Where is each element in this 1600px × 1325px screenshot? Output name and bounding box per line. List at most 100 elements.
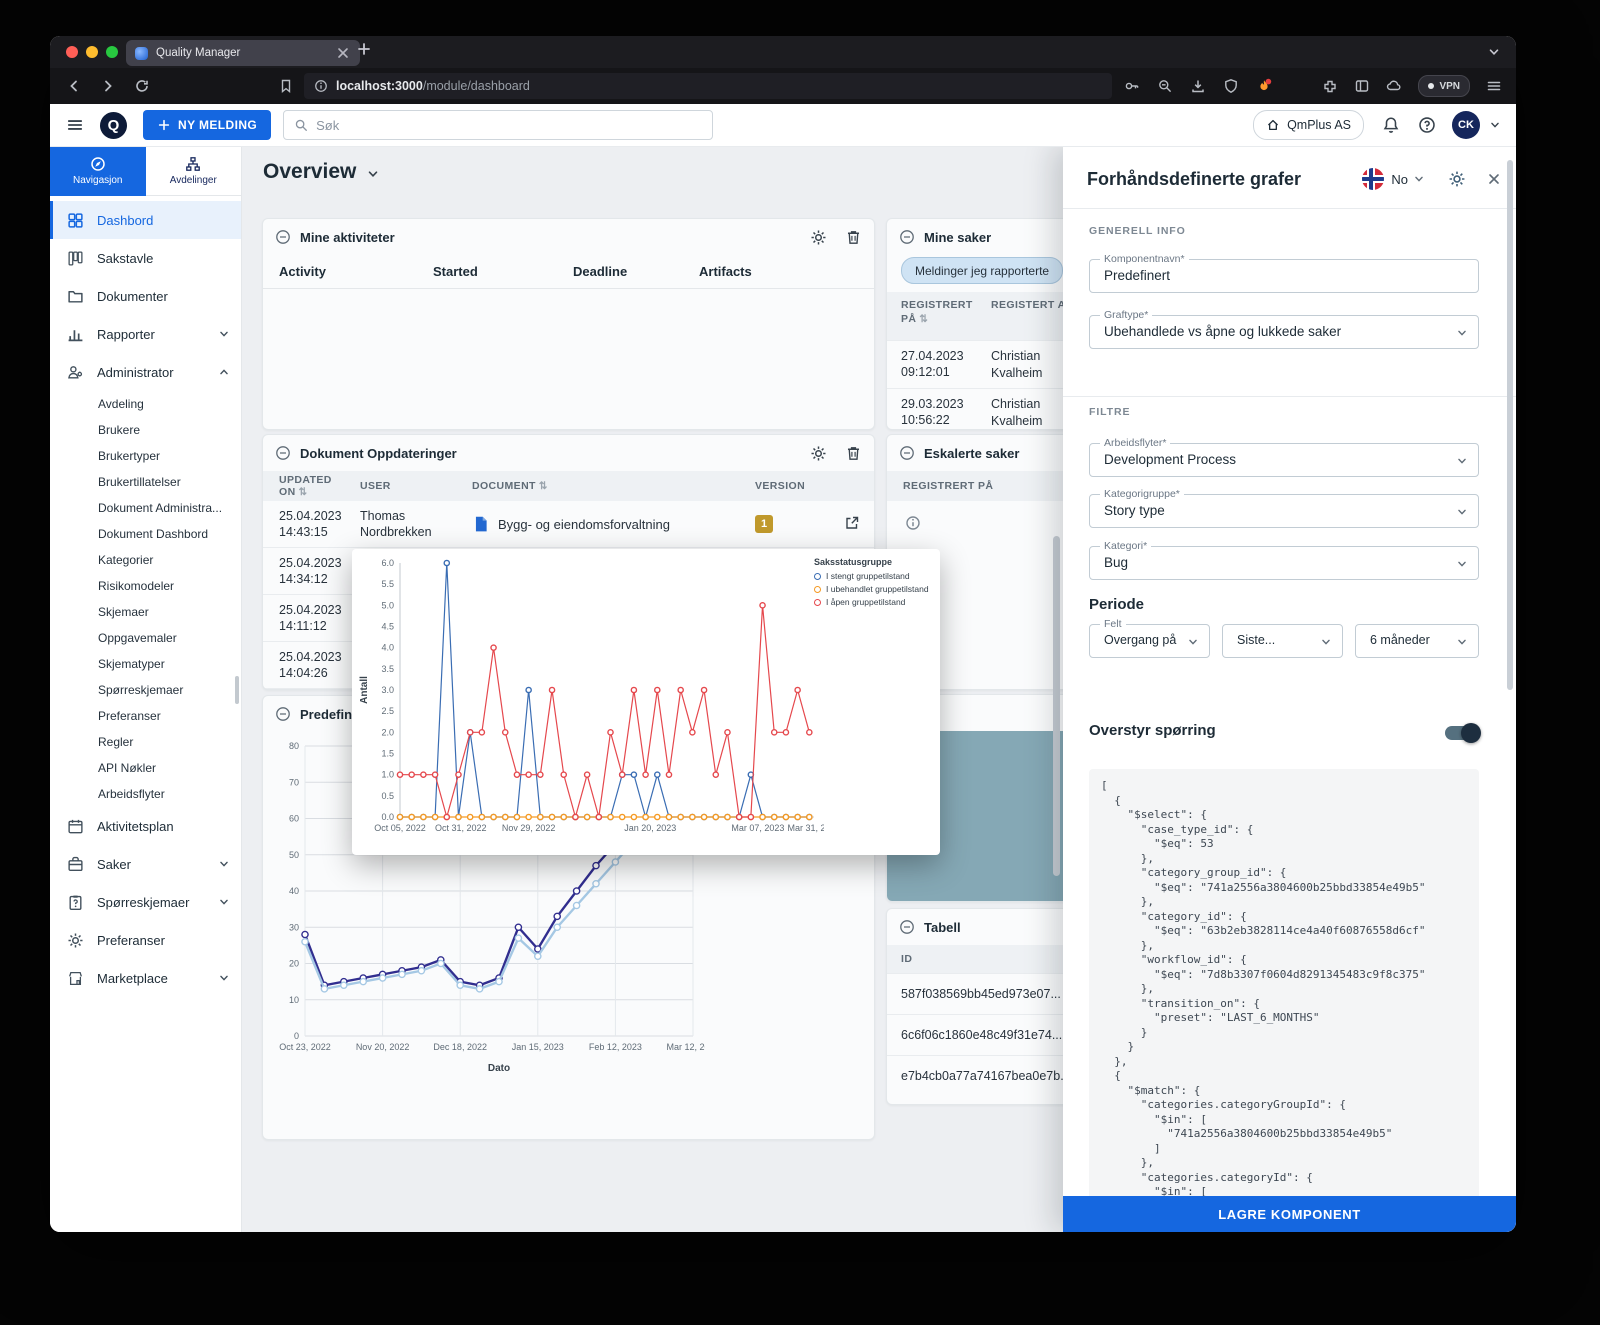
sidebar-item-preferanser[interactable]: Preferanser <box>50 921 241 959</box>
url-bar[interactable]: localhost:3000/module/dashboard <box>304 73 1112 99</box>
app-menu-icon[interactable] <box>66 116 84 134</box>
sort-icon[interactable]: ⇅ <box>299 487 308 498</box>
legend-item[interactable]: I åpen gruppetilstand <box>814 597 936 607</box>
reload-button[interactable] <box>134 78 150 94</box>
sidebar-item-risikomodeler[interactable]: Risikomodeler <box>50 573 241 599</box>
list-tabs-icon[interactable] <box>1486 44 1502 60</box>
maximize-window-button[interactable] <box>106 46 118 58</box>
language-chevron-icon[interactable] <box>1412 172 1426 186</box>
sidebar-item-dashbord[interactable]: Dashbord <box>50 201 241 239</box>
chevron-down-icon <box>217 857 231 871</box>
collapse-icon[interactable] <box>899 445 915 461</box>
extension-badge-icon[interactable] <box>1256 78 1272 94</box>
sidebar-item-dokument-dashbord[interactable]: Dokument Dashbord <box>50 521 241 547</box>
card-delete-icon[interactable] <box>845 229 862 246</box>
page-title-chevron-icon[interactable] <box>365 166 381 182</box>
filter-pill[interactable]: Meldinger jeg rapporterte <box>901 257 1064 284</box>
sidebar-item-api-nøkler[interactable]: API Nøkler <box>50 755 241 781</box>
collapse-icon[interactable] <box>899 919 915 935</box>
sidebar-item-administrator[interactable]: Administrator <box>50 353 241 391</box>
sidebar-item-brukertyper[interactable]: Brukertyper <box>50 443 241 469</box>
new-tab-button[interactable] <box>356 41 372 57</box>
sidebar-item-brukere[interactable]: Brukere <box>50 417 241 443</box>
sidebar-item-aktivitetsplan[interactable]: Aktivitetsplan <box>50 807 241 845</box>
sidebar-item-spørreskjemaer[interactable]: Spørreskjemaer <box>50 883 241 921</box>
panel-scrollbar[interactable] <box>1507 160 1513 690</box>
sidebar-item-saker[interactable]: Saker <box>50 845 241 883</box>
sidebar-item-spørreskjemaer[interactable]: Spørreskjemaer <box>50 677 241 703</box>
legend-item[interactable]: I stengt gruppetilstand <box>814 571 936 581</box>
panel-settings-icon[interactable] <box>1448 170 1466 188</box>
category-group-select[interactable]: Kategorigruppe* Story type <box>1089 488 1479 528</box>
months-select[interactable]: 6 måneder <box>1355 624 1479 658</box>
save-page-icon[interactable] <box>1190 78 1206 94</box>
sidebar-item-skjemaer[interactable]: Skjemaer <box>50 599 241 625</box>
query-code-block[interactable]: [ { "$select": { "case_type_id": { "$eq"… <box>1089 769 1479 1201</box>
override-query-toggle[interactable] <box>1445 723 1481 743</box>
legend-item[interactable]: I ubehandlet gruppetilstand <box>814 584 936 594</box>
sidebar-item-marketplace[interactable]: Marketplace <box>50 959 241 997</box>
sync-icon[interactable] <box>1386 78 1402 94</box>
search-input[interactable]: Søk <box>283 110 714 140</box>
sidebar-scrollbar[interactable] <box>235 676 239 704</box>
panel-close-icon[interactable] <box>1486 171 1502 187</box>
extensions-icon[interactable] <box>1322 78 1338 94</box>
back-button[interactable] <box>66 78 82 94</box>
sort-icon[interactable]: ⇅ <box>539 481 548 492</box>
save-component-button[interactable]: LAGRE KOMPONENT <box>1063 1196 1516 1232</box>
sidebar-item-brukertillatelser[interactable]: Brukertillatelser <box>50 469 241 495</box>
collapse-icon[interactable] <box>275 445 291 461</box>
close-window-button[interactable] <box>66 46 78 58</box>
sidebar-item-dokumenter[interactable]: Dokumenter <box>50 277 241 315</box>
zoom-icon[interactable] <box>1157 78 1173 94</box>
collapse-icon[interactable] <box>275 229 291 245</box>
category-select[interactable]: Kategori* Bug <box>1089 540 1479 580</box>
vpn-badge[interactable]: VPN <box>1418 75 1470 97</box>
shield-icon[interactable] <box>1223 78 1239 94</box>
card-settings-icon[interactable] <box>810 445 827 462</box>
browser-menu-icon[interactable] <box>1486 78 1502 94</box>
felt-select[interactable]: Felt Overgang på <box>1089 618 1210 658</box>
workflow-select[interactable]: Arbeidsflyter* Development Process <box>1089 437 1479 477</box>
minimize-window-button[interactable] <box>86 46 98 58</box>
norway-flag-icon[interactable] <box>1362 168 1385 190</box>
table-row[interactable]: 25.04.2023 14:43:15 Thomas Nordbrekken By… <box>263 501 874 548</box>
card-delete-icon[interactable] <box>845 445 862 462</box>
org-button[interactable]: QmPlus AS <box>1253 110 1364 140</box>
collapse-icon[interactable] <box>899 229 915 245</box>
sidebar-item-dokument-administra-[interactable]: Dokument Administra... <box>50 495 241 521</box>
sidebar-item-arbeidsflyter[interactable]: Arbeidsflyter <box>50 781 241 807</box>
new-message-button[interactable]: NY MELDING <box>143 110 272 140</box>
tab-close-icon[interactable] <box>335 45 351 61</box>
language-label[interactable]: No <box>1391 172 1408 187</box>
site-info-icon[interactable] <box>314 79 328 93</box>
sidebar-item-preferanser[interactable]: Preferanser <box>50 703 241 729</box>
sidebar-item-skjematyper[interactable]: Skjematyper <box>50 651 241 677</box>
siste-select[interactable]: Siste... <box>1222 624 1343 658</box>
sidebar-item-avdeling[interactable]: Avdeling <box>50 391 241 417</box>
forward-button[interactable] <box>100 78 116 94</box>
sidebar-item-sakstavle[interactable]: Sakstavle <box>50 239 241 277</box>
browser-tab[interactable]: Quality Manager <box>126 40 360 66</box>
app-logo[interactable]: Q <box>100 111 127 139</box>
avatar[interactable]: CK <box>1452 111 1480 139</box>
main-scrollbar[interactable] <box>1053 536 1060 876</box>
password-icon[interactable] <box>1124 78 1140 94</box>
sidebar-tab-avdelinger[interactable]: Avdelinger <box>145 146 241 196</box>
sidebar-toggle-icon[interactable] <box>1354 78 1370 94</box>
sidebar-item-regler[interactable]: Regler <box>50 729 241 755</box>
graphtype-select[interactable]: Graftype* Ubehandlede vs åpne og lukkede… <box>1089 309 1479 349</box>
sort-icon[interactable]: ⇅ <box>919 314 928 325</box>
collapse-icon[interactable] <box>275 706 291 722</box>
notifications-icon[interactable] <box>1382 116 1400 134</box>
bookmark-icon[interactable] <box>278 78 294 94</box>
help-icon[interactable] <box>1418 116 1436 134</box>
sidebar-item-rapporter[interactable]: Rapporter <box>50 315 241 353</box>
card-settings-icon[interactable] <box>810 229 827 246</box>
sidebar-item-oppgavemaler[interactable]: Oppgavemaler <box>50 625 241 651</box>
account-chevron-icon[interactable] <box>1488 118 1502 132</box>
component-name-field[interactable]: Komponentnavn* Predefinert <box>1089 253 1479 293</box>
open-document-icon[interactable] <box>844 515 860 531</box>
sidebar-tab-navigasjon[interactable]: Navigasjon <box>50 146 146 196</box>
sidebar-item-kategorier[interactable]: Kategorier <box>50 547 241 573</box>
